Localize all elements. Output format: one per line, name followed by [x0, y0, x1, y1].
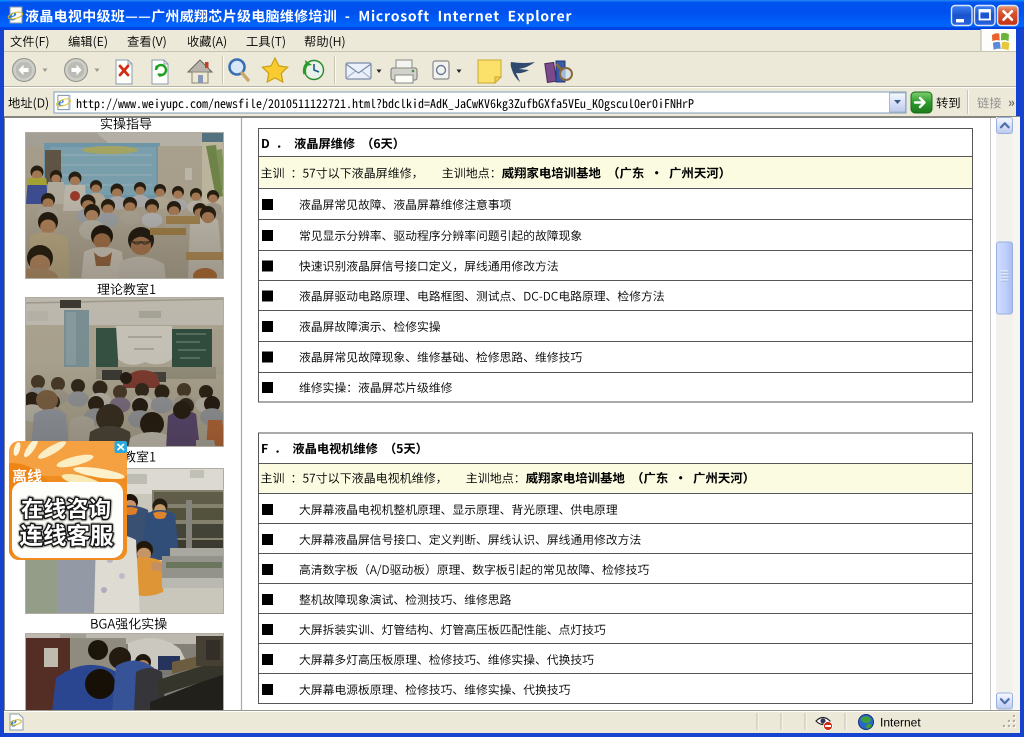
svg-text:Internet: Internet: [880, 716, 921, 730]
svg-text:e: e: [11, 716, 17, 731]
